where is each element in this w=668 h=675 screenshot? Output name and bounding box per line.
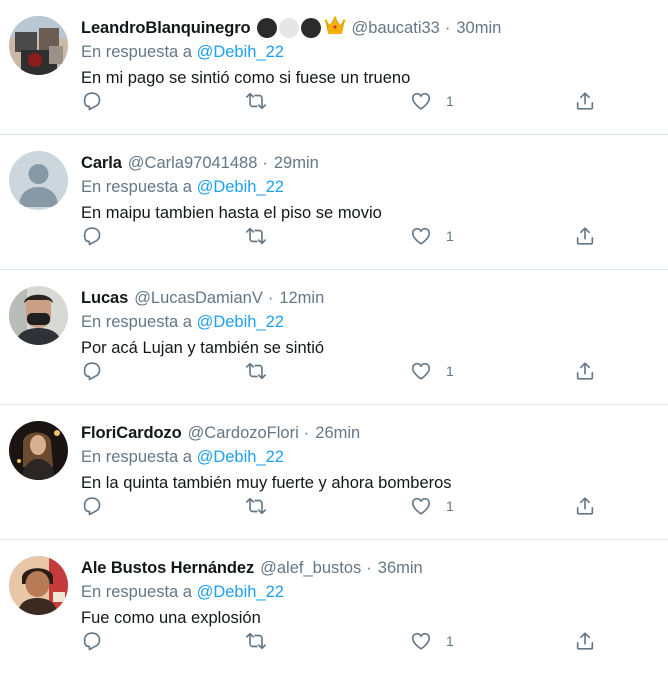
tweet-item[interactable]: Lucas @LucasDamianV · 12min En respuesta… xyxy=(0,270,668,405)
share-icon xyxy=(576,497,594,515)
tweet-actions: 1 xyxy=(0,540,668,675)
retweet-icon xyxy=(246,227,266,245)
reply-button[interactable] xyxy=(81,224,103,248)
reply-button[interactable] xyxy=(81,89,103,113)
tweet-item[interactable]: Ale Bustos Hernández @alef_bustos · 36mi… xyxy=(0,540,668,675)
retweet-icon xyxy=(246,92,266,110)
retweet-button[interactable] xyxy=(245,224,267,248)
share-button[interactable] xyxy=(574,629,596,653)
tweet-actions: 1 xyxy=(0,135,668,270)
reply-button[interactable] xyxy=(81,494,103,518)
reply-button[interactable] xyxy=(81,629,103,653)
share-icon xyxy=(576,92,594,110)
like-count: 1 xyxy=(446,498,454,514)
share-button[interactable] xyxy=(574,224,596,248)
reply-icon xyxy=(83,227,101,246)
reply-feed: LeandroBlanquinegro @baucati33 · 30min E… xyxy=(0,0,668,675)
like-count: 1 xyxy=(446,228,454,244)
heart-icon xyxy=(411,632,431,650)
tweet-item[interactable]: Carla @Carla97041488 · 29min En respuest… xyxy=(0,135,668,270)
like-button[interactable]: 1 xyxy=(410,224,454,248)
reply-icon xyxy=(83,632,101,651)
heart-icon xyxy=(411,362,431,380)
like-button[interactable]: 1 xyxy=(410,359,454,383)
retweet-icon xyxy=(246,497,266,515)
tweet-actions: 1 xyxy=(0,270,668,405)
reply-icon xyxy=(83,497,101,516)
heart-icon xyxy=(411,497,431,515)
share-icon xyxy=(576,632,594,650)
heart-icon xyxy=(411,227,431,245)
share-button[interactable] xyxy=(574,89,596,113)
like-button[interactable]: 1 xyxy=(410,89,454,113)
like-button[interactable]: 1 xyxy=(410,629,454,653)
reply-icon xyxy=(83,362,101,381)
retweet-button[interactable] xyxy=(245,89,267,113)
tweet-item[interactable]: LeandroBlanquinegro @baucati33 · 30min E… xyxy=(0,0,668,135)
like-count: 1 xyxy=(446,363,454,379)
retweet-button[interactable] xyxy=(245,629,267,653)
like-count: 1 xyxy=(446,633,454,649)
like-count: 1 xyxy=(446,93,454,109)
share-icon xyxy=(576,227,594,245)
retweet-button[interactable] xyxy=(245,359,267,383)
tweet-actions: 1 xyxy=(0,0,668,135)
like-button[interactable]: 1 xyxy=(410,494,454,518)
retweet-icon xyxy=(246,632,266,650)
reply-button[interactable] xyxy=(81,359,103,383)
heart-icon xyxy=(411,92,431,110)
tweet-item[interactable]: FloriCardozo @CardozoFlori · 26min En re… xyxy=(0,405,668,540)
share-button[interactable] xyxy=(574,359,596,383)
tweet-actions: 1 xyxy=(0,405,668,540)
retweet-button[interactable] xyxy=(245,494,267,518)
share-button[interactable] xyxy=(574,494,596,518)
share-icon xyxy=(576,362,594,380)
reply-icon xyxy=(83,92,101,111)
retweet-icon xyxy=(246,362,266,380)
